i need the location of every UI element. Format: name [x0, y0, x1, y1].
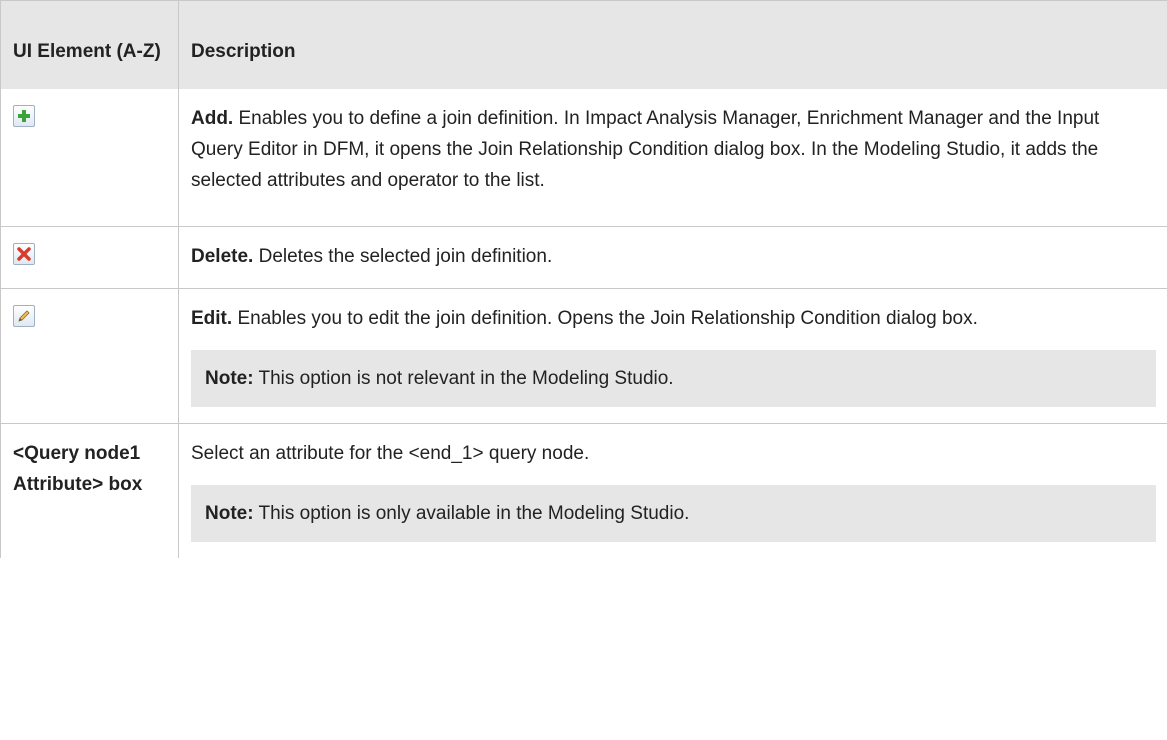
table-row-edit: Edit. Enables you to edit the join defin…	[0, 288, 1167, 424]
term-label: Edit.	[191, 308, 233, 329]
description-text: Select an attribute for the <end_1> quer…	[191, 443, 590, 464]
table-row-query-node1: <Query node1 Attribute> box Select an at…	[0, 423, 1167, 558]
ui-element-table: UI Element (A-Z) Description Add. Enable…	[0, 0, 1167, 558]
edit-icon[interactable]	[13, 305, 35, 327]
header-description: Description	[178, 0, 1167, 89]
description-text: Deletes the selected join definition.	[253, 246, 553, 267]
note-box: Note: This option is only available in t…	[191, 485, 1156, 542]
ui-element-cell	[0, 88, 179, 227]
table-header-row: UI Element (A-Z) Description	[0, 0, 1167, 89]
description-text: Enables you to edit the join definition.…	[232, 308, 978, 329]
term-label: Delete.	[191, 246, 254, 267]
table-row-delete: Delete. Deletes the selected join defini…	[0, 226, 1167, 289]
description-cell: Delete. Deletes the selected join defini…	[178, 226, 1167, 289]
description-cell: Select an attribute for the <end_1> quer…	[178, 423, 1167, 558]
description-cell: Add. Enables you to define a join defini…	[178, 88, 1167, 227]
table-row-add: Add. Enables you to define a join defini…	[0, 88, 1167, 227]
description-text: Enables you to define a join definition.…	[191, 107, 1100, 191]
ui-element-cell	[0, 288, 179, 424]
note-box: Note: This option is not relevant in the…	[191, 350, 1156, 407]
delete-icon[interactable]	[13, 243, 35, 265]
ui-element-cell	[0, 226, 179, 289]
add-icon[interactable]	[13, 104, 35, 127]
note-label: Note:	[205, 368, 254, 389]
note-text: This option is only available in the Mod…	[253, 503, 690, 524]
ui-element-cell: <Query node1 Attribute> box	[0, 423, 179, 558]
note-label: Note:	[205, 503, 254, 524]
description-cell: Edit. Enables you to edit the join defin…	[178, 288, 1167, 424]
note-text: This option is not relevant in the Model…	[253, 368, 674, 389]
ui-element-label: <Query node1 Attribute> box	[13, 443, 143, 495]
header-ui-element: UI Element (A-Z)	[0, 0, 179, 89]
term-label: Add.	[191, 107, 234, 129]
